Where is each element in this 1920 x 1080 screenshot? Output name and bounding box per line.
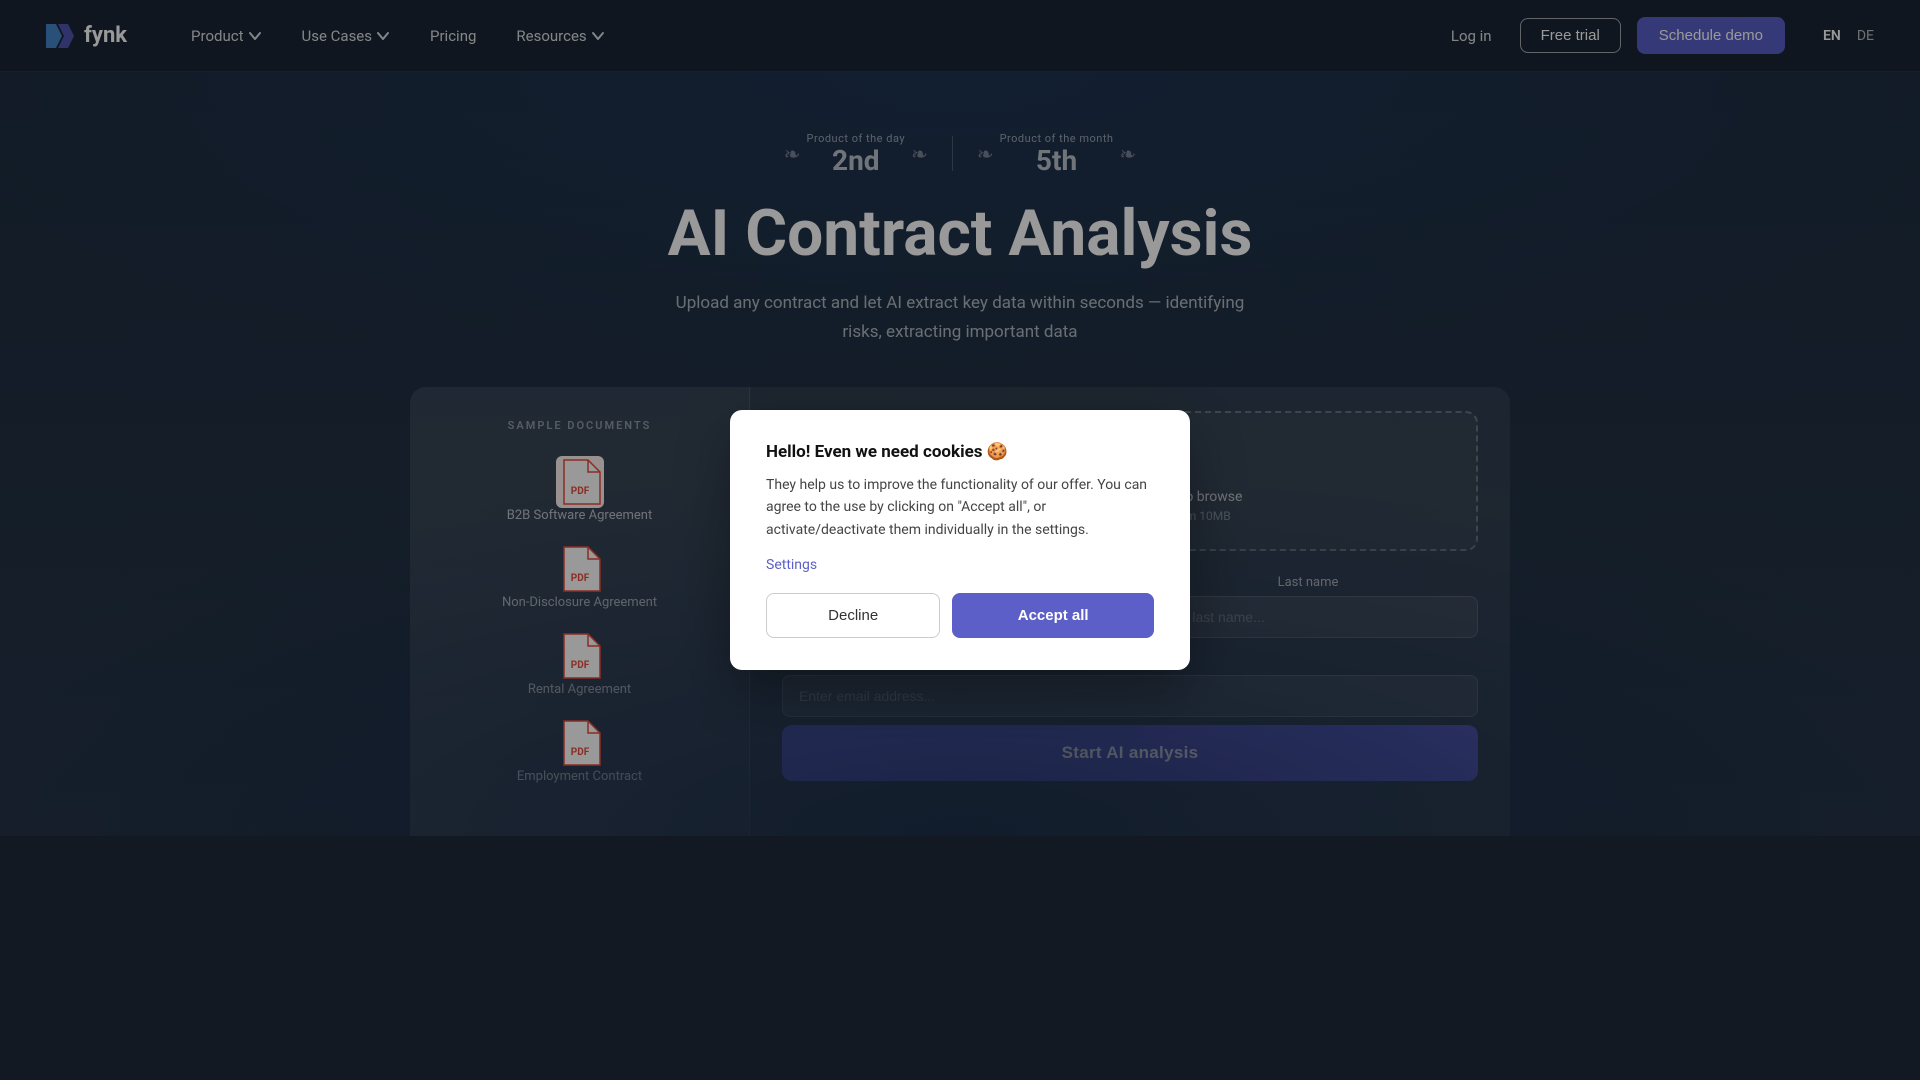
cookie-accept-button[interactable]: Accept all [952, 593, 1154, 638]
cookie-decline-button[interactable]: Decline [766, 593, 940, 638]
cookie-title: Hello! Even we need cookies 🍪 [766, 442, 1154, 462]
cookie-overlay: Hello! Even we need cookies 🍪 They help … [0, 0, 1920, 1080]
cookie-settings-link[interactable]: Settings [766, 557, 1154, 573]
cookie-banner: Hello! Even we need cookies 🍪 They help … [730, 410, 1190, 670]
cookie-body: They help us to improve the functionalit… [766, 474, 1154, 541]
cookie-buttons: Decline Accept all [766, 593, 1154, 638]
